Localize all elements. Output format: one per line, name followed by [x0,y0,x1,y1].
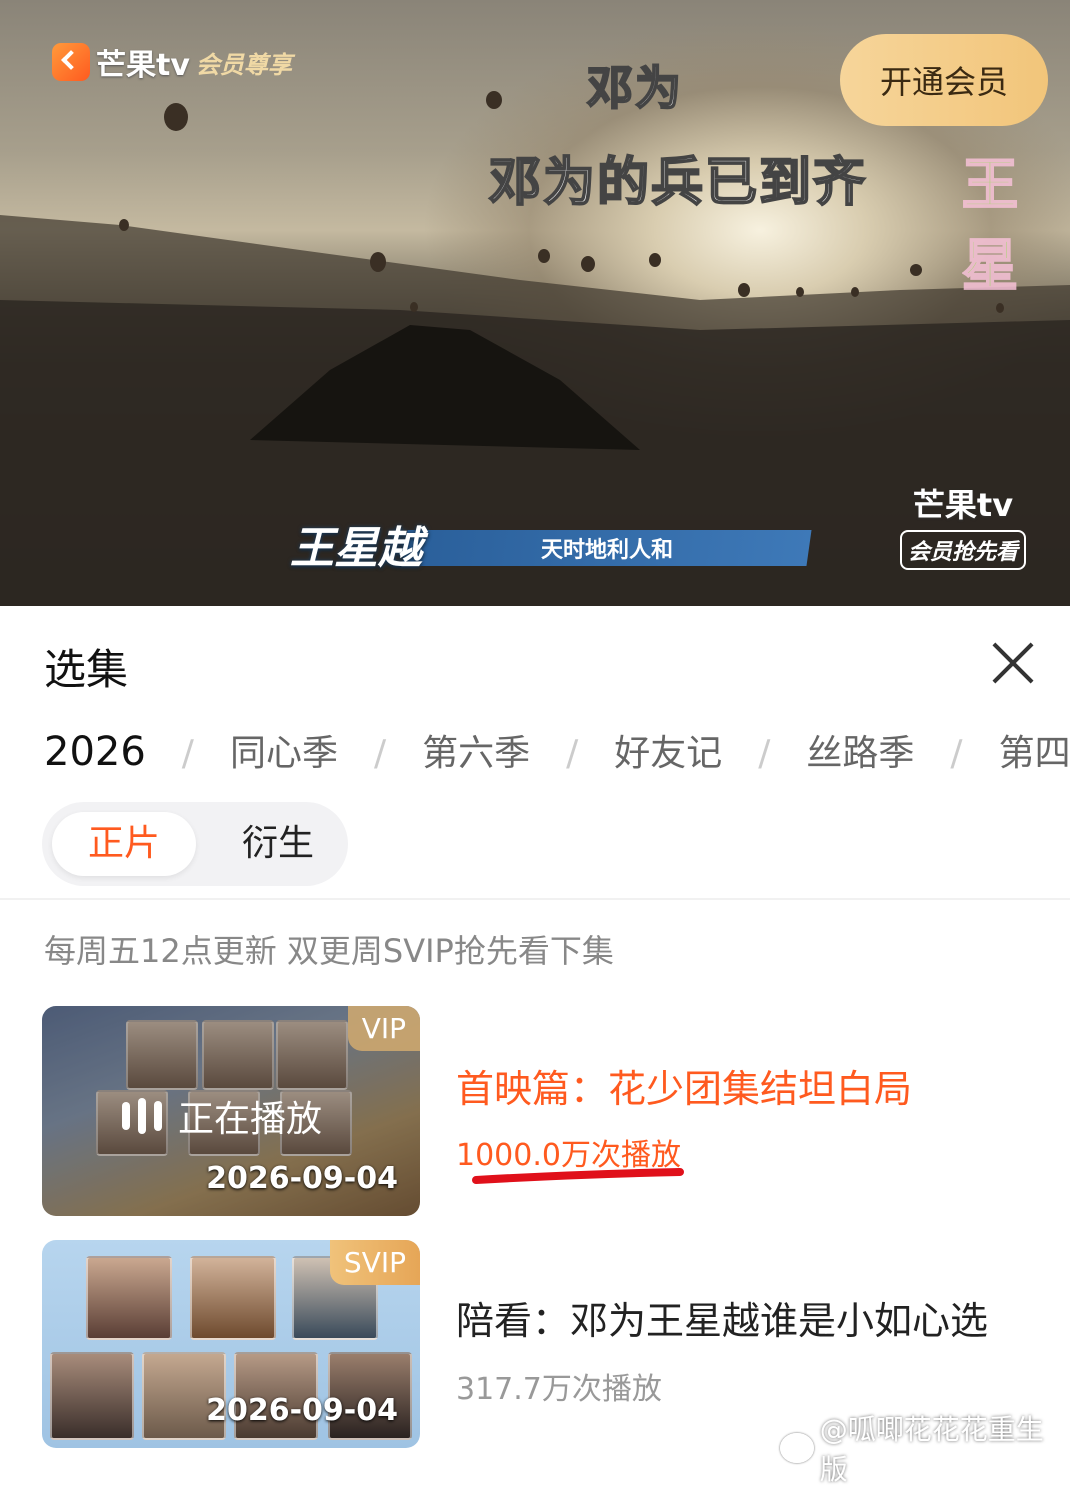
now-playing-indicator: 正在播放 [122,1090,322,1142]
subtitle-line: 邓为的兵已到齐 [488,152,867,214]
episode-thumbnail[interactable]: VIP 正在播放 2026-09-04 [42,1006,420,1216]
season-separator: / [950,733,963,774]
segment-main-episodes[interactable]: 正片 [52,812,196,876]
season-tab[interactable]: 第四季 [999,733,1070,774]
corner-logo-sub: 会员抢先看 [900,530,1027,570]
episode-thumbnail[interactable]: SVIP 2026-09-04 [42,1240,420,1448]
season-separator: / [566,733,579,774]
name-card-motto: 天时地利人和 [540,538,673,563]
episode-date: 2026-09-04 [206,1161,398,1196]
season-tab[interactable]: 好友记 [614,733,722,774]
divider [0,898,1070,900]
episode-title[interactable]: 陪看：邓为王星越谁是小如心选 [456,1290,988,1345]
corner-logo-text: 芒果tv [912,486,1014,524]
svip-badge: SVIP [329,1240,420,1285]
now-playing-label: 正在播放 [178,1099,323,1140]
episode-views: 317.7万次播放 [456,1372,662,1407]
vip-badge: VIP [347,1006,420,1051]
content-type-toggle: 正片 衍生 [42,802,348,886]
season-tabs: 2026 / 同心季 / 第六季 / 好友记 / 丝路季 / 第四季 [44,724,1070,776]
season-tab[interactable]: 同心季 [230,733,338,774]
close-icon[interactable] [990,640,1036,686]
cast-photo [50,1352,134,1440]
name-card-name: 王星越 [290,523,422,574]
update-schedule-note: 每周五12点更新 双更周SVIP抢先看下集 [44,932,614,970]
season-separator: / [181,733,194,774]
weibo-watermark: @呱唧花花花重生版 [780,1408,1070,1488]
side-deco-text: 王星 [961,152,1019,300]
cast-photo [86,1256,172,1340]
episode-title[interactable]: 首映篇：花少团集结坦白局 [456,1058,912,1113]
episode-date: 2026-09-04 [206,1393,398,1428]
watermark-text: @呱唧花花花重生版 [819,1413,1044,1486]
season-tab[interactable]: 丝路季 [806,733,914,774]
open-member-button[interactable]: 开通会员 [840,34,1048,126]
panel-title: 选集 [44,645,129,694]
playing-bars-icon [122,1098,162,1134]
corner-logo: 芒果tv 会员抢先看 [900,480,1027,570]
segment-derivatives[interactable]: 衍生 [218,812,338,876]
cast-photo [190,1256,276,1340]
season-separator: / [758,733,771,774]
season-tab[interactable]: 第六季 [422,733,530,774]
weibo-icon [780,1433,814,1463]
red-underline-annotation [472,1168,684,1184]
season-separator: / [373,733,387,774]
video-player[interactable]: 芒果tv 会员尊享 邓为 邓为的兵已到齐 开通会员 王星 王星越 天时地利人和 … [0,0,1070,606]
season-tab-2026[interactable]: 2026 [44,729,146,775]
